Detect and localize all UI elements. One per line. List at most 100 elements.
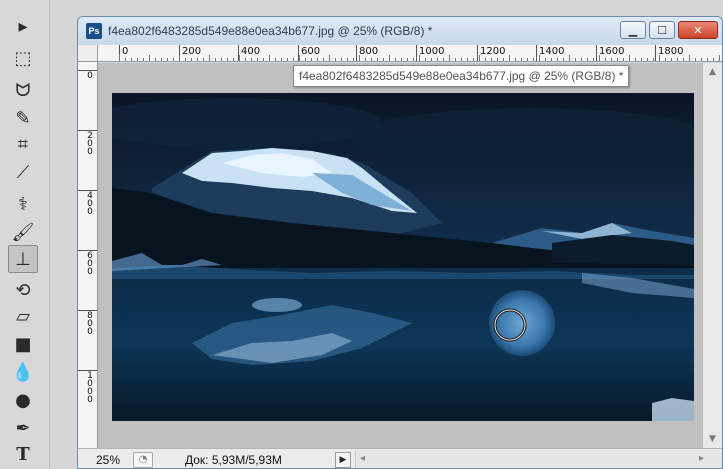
ruler-minor-tick <box>617 58 618 61</box>
ruler-minor-tick <box>707 58 708 61</box>
ruler-label: 600 <box>87 251 93 277</box>
ruler-minor-tick <box>605 58 606 61</box>
ruler-minor-tick <box>455 58 456 61</box>
zoom-toggle-icon[interactable]: ◔ <box>133 451 153 468</box>
horizontal-ruler[interactable]: 0 200 400 600 800 1000 1200 1400 1600 18… <box>98 45 722 62</box>
night-lake-landscape-image <box>112 93 694 421</box>
canvas-area[interactable] <box>98 63 704 448</box>
ruler-minor-tick <box>203 58 204 61</box>
ruler-minor-tick <box>497 58 498 61</box>
maximize-button[interactable]: ☐ <box>649 21 675 39</box>
ruler-minor-tick <box>395 58 396 61</box>
ruler-minor-tick <box>623 58 624 61</box>
ruler-minor-tick <box>539 55 540 61</box>
ruler-minor-tick <box>221 58 222 61</box>
zoom-level[interactable]: 25% <box>78 453 133 467</box>
ruler-minor-tick <box>509 55 510 61</box>
clone-stamp-tool-icon[interactable]: ⊥ <box>8 245 38 273</box>
ruler-label: 1000 <box>419 46 445 57</box>
ruler-minor-tick <box>167 58 168 61</box>
ruler-minor-tick <box>317 58 318 61</box>
minimize-button[interactable]: ▁ <box>620 21 646 39</box>
ruler-minor-tick <box>263 58 264 61</box>
ruler-minor-tick <box>119 55 120 61</box>
status-menu-button[interactable]: ▶ <box>335 451 351 468</box>
vertical-scrollbar[interactable]: ▲ ▼ <box>702 63 722 448</box>
ruler-label: 800 <box>359 46 379 57</box>
ruler-minor-tick <box>569 55 570 61</box>
dodge-tool-icon[interactable]: ● <box>8 386 38 414</box>
eyedropper-tool-icon[interactable]: ⟋ <box>8 158 38 186</box>
document-title: f4ea802f6483285d549e88e0ea34b677.jpg @ 2… <box>108 24 433 38</box>
status-bar: 25% ◔ Док: 5,93M/5,93M ▶ ◂ ▸ <box>78 448 722 468</box>
ruler-minor-tick <box>347 58 348 61</box>
ruler-label: 800 <box>87 311 93 337</box>
document-tooltip: f4ea802f6483285d549e88e0ea34b677.jpg @ 2… <box>293 65 630 87</box>
lasso-tool-icon[interactable]: ᗢ <box>8 76 38 104</box>
ruler-minor-tick <box>293 58 294 61</box>
ruler-minor-tick <box>629 55 630 61</box>
eraser-tool-icon[interactable]: ▱ <box>8 302 38 330</box>
ruler-minor-tick <box>281 58 282 61</box>
ruler-label: 400 <box>87 191 93 217</box>
ruler-minor-tick <box>359 55 360 61</box>
ruler-minor-tick <box>599 55 600 61</box>
ruler-minor-tick <box>683 58 684 61</box>
horizontal-scrollbar[interactable]: ◂ ▸ <box>355 449 722 468</box>
ruler-minor-tick <box>677 58 678 61</box>
move-tool-icon[interactable]: ▸ <box>8 12 38 40</box>
brush-tool-icon[interactable]: 🖌 <box>8 218 38 246</box>
ruler-minor-tick <box>131 58 132 61</box>
ruler-minor-tick <box>713 58 714 61</box>
quick-selection-tool-icon[interactable]: ✎ <box>8 104 38 132</box>
scroll-down-icon[interactable]: ▼ <box>709 434 716 444</box>
ruler-minor-tick <box>557 58 558 61</box>
ruler-minor-tick <box>581 58 582 61</box>
pen-tool-icon[interactable]: ✒ <box>8 414 38 442</box>
type-tool-icon[interactable]: T <box>8 440 38 468</box>
ruler-minor-tick <box>227 58 228 61</box>
ruler-minor-tick <box>185 58 186 61</box>
document-image[interactable] <box>112 93 694 421</box>
toolbox: ▸ ⬚ ᗢ ✎ ⌗ ⟋ ⚕ 🖌 ⊥ ⟲ ▱ ■ 💧 ● ✒ T <box>0 0 50 469</box>
gradient-tool-icon[interactable]: ■ <box>8 330 38 358</box>
vertical-ruler[interactable]: 0 200 400 600 800 1000 <box>78 62 98 448</box>
ruler-origin[interactable] <box>78 45 98 62</box>
history-brush-tool-icon[interactable]: ⟲ <box>8 276 38 304</box>
ruler-minor-tick <box>305 58 306 61</box>
healing-brush-tool-icon[interactable]: ⚕ <box>8 190 38 218</box>
ruler-minor-tick <box>329 55 330 61</box>
ruler-minor-tick <box>173 58 174 61</box>
ruler-minor-tick <box>653 58 654 61</box>
ruler-minor-tick <box>239 55 240 61</box>
document-titlebar[interactable]: Ps f4ea802f6483285d549e88e0ea34b677.jpg … <box>78 17 722 45</box>
close-button[interactable]: ✕ <box>678 21 718 39</box>
scroll-left-icon[interactable]: ◂ <box>360 453 365 464</box>
ruler-minor-tick <box>635 58 636 61</box>
ruler-minor-tick <box>269 55 270 61</box>
ruler-minor-tick <box>671 58 672 61</box>
ruler-label: 400 <box>241 46 261 57</box>
ruler-minor-tick <box>551 58 552 61</box>
crop-tool-icon[interactable]: ⌗ <box>8 130 38 158</box>
ruler-minor-tick <box>125 58 126 61</box>
ruler-label: 1000 <box>87 371 93 405</box>
document-window: Ps f4ea802f6483285d549e88e0ea34b677.jpg … <box>77 16 723 469</box>
ruler-minor-tick <box>431 58 432 61</box>
photoshop-app: ▸ ⬚ ᗢ ✎ ⌗ ⟋ ⚕ 🖌 ⊥ ⟲ ▱ ■ 💧 ● ✒ T Ps f4ea8… <box>0 0 723 469</box>
ruler-label: 0 <box>87 71 93 81</box>
ruler-minor-tick <box>377 58 378 61</box>
ruler-minor-tick <box>545 58 546 61</box>
ruler-minor-tick <box>695 58 696 61</box>
scroll-up-icon[interactable]: ▲ <box>709 67 716 77</box>
scroll-right-icon[interactable]: ▸ <box>699 453 704 464</box>
ruler-label: 600 <box>301 46 321 57</box>
blur-tool-icon[interactable]: 💧 <box>8 358 38 386</box>
ruler-minor-tick <box>401 58 402 61</box>
ruler-minor-tick <box>245 58 246 61</box>
ruler-minor-tick <box>287 58 288 61</box>
ruler-minor-tick <box>155 58 156 61</box>
marquee-tool-icon[interactable]: ⬚ <box>8 44 38 72</box>
ruler-minor-tick <box>479 55 480 61</box>
ruler-label: 1600 <box>599 46 625 57</box>
